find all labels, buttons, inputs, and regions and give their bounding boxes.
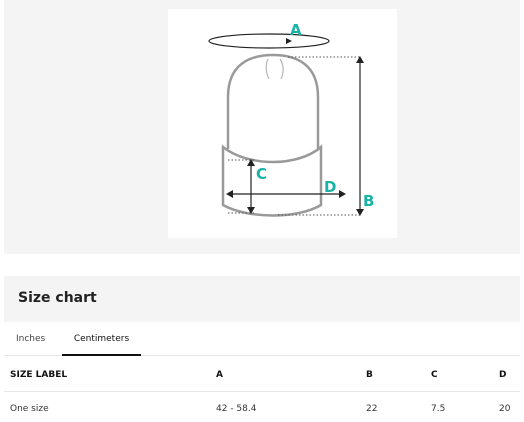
- beanie-hat-icon: A B C D: [208, 21, 374, 217]
- beanie-diagram: A B C D: [168, 9, 397, 238]
- cell-a: 42 - 58.4: [216, 404, 257, 414]
- size-table: SIZE LABEL A B C D One size 42 - 58.4 22…: [4, 358, 520, 422]
- column-header-c: C: [431, 370, 438, 380]
- cell-c: 7.5: [431, 404, 446, 414]
- label-d: D: [324, 178, 336, 196]
- cell-size-label: One size: [10, 404, 49, 414]
- column-header-d: D: [499, 370, 507, 380]
- label-b: B: [363, 192, 374, 210]
- column-header-a: A: [216, 370, 223, 380]
- tab-centimeters[interactable]: Centimeters: [62, 334, 141, 356]
- table-header-row: SIZE LABEL A B C D: [4, 358, 520, 392]
- label-a: A: [290, 21, 302, 39]
- tab-inches[interactable]: Inches: [16, 334, 45, 356]
- table-row: One size 42 - 58.4 22 7.5 20: [4, 392, 520, 422]
- cell-b: 22: [366, 404, 378, 414]
- column-header-size-label: SIZE LABEL: [10, 370, 68, 380]
- cell-d: 20: [499, 404, 511, 414]
- beanie-cuff: [221, 144, 323, 217]
- diagram-panel: A B C D: [4, 0, 520, 254]
- beanie-crown: [226, 53, 320, 149]
- page: A B C D Size chart Inches Centimeters SI…: [0, 0, 524, 422]
- size-chart-title: Size chart: [18, 290, 97, 306]
- circumference-ellipse: [208, 33, 330, 49]
- unit-tabs: Inches Centimeters: [4, 326, 520, 356]
- column-header-b: B: [366, 370, 373, 380]
- label-c: C: [256, 165, 267, 183]
- size-chart-header: Size chart: [4, 276, 520, 322]
